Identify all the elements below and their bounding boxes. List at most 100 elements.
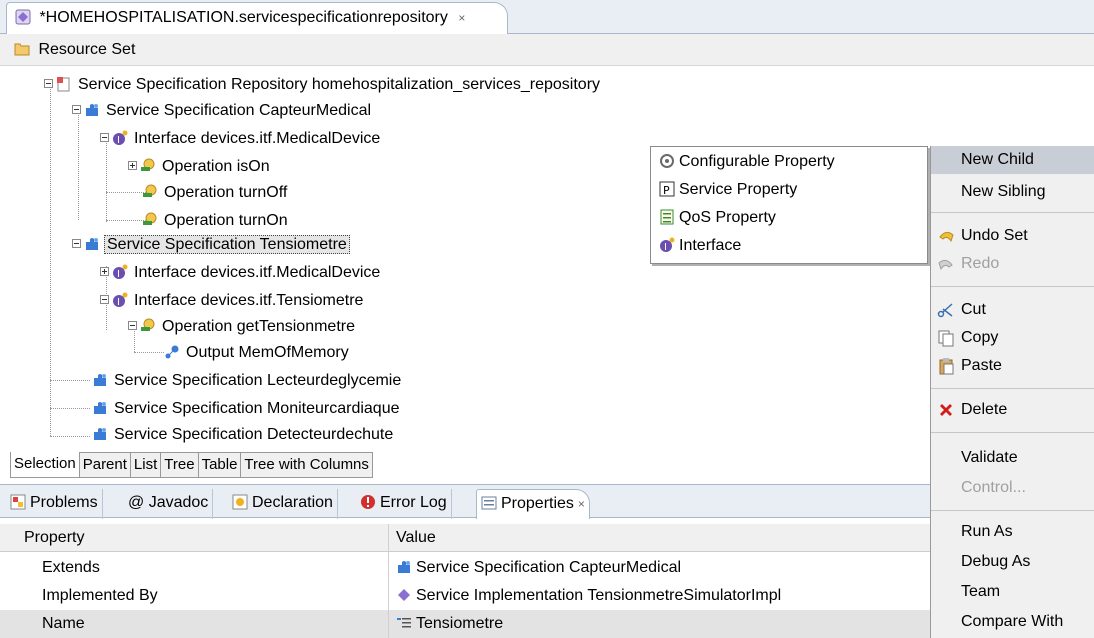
menu-item-service-property[interactable]: P Service Property <box>651 176 927 204</box>
column-header-value[interactable]: Value <box>396 529 436 547</box>
menu-item-redo[interactable]: Redo <box>931 250 1094 278</box>
interface-icon: I <box>659 237 675 253</box>
property-key: Name <box>42 615 85 632</box>
collapse-toggle[interactable] <box>72 239 81 248</box>
tab-list[interactable]: List <box>130 452 162 478</box>
tree-item-operation[interactable]: Operation getTensionmetre <box>128 314 357 340</box>
tree-item-operation[interactable]: Operation turnOff <box>142 180 289 206</box>
tree-item-capteur[interactable]: Service Specification CapteurMedical <box>72 98 373 124</box>
close-icon[interactable]: × <box>578 497 585 511</box>
expand-toggle[interactable] <box>100 267 109 276</box>
editor-tab-bar: *HOMEHOSPITALISATION.servicespecificatio… <box>0 0 1094 34</box>
property-value: Tensiometre <box>396 610 503 638</box>
tab-parent[interactable]: Parent <box>79 452 131 478</box>
tab-label: @ Javadoc <box>128 494 209 511</box>
menu-item-label: Interface <box>679 237 742 254</box>
menu-item-paste[interactable]: Paste <box>931 352 1094 380</box>
tree-item-operation[interactable]: Operation isOn <box>128 154 272 180</box>
tree-item-lecteur[interactable]: Service Specification Lecteurdeglycemie <box>92 368 403 394</box>
tree-item-operation[interactable]: Operation turnOn <box>142 208 290 234</box>
declaration-icon <box>232 494 248 510</box>
configurable-property-icon <box>659 153 675 169</box>
tree-item-interface[interactable]: I Interface devices.itf.MedicalDevice <box>100 126 382 152</box>
editor-tab[interactable]: *HOMEHOSPITALISATION.servicespecificatio… <box>6 2 508 34</box>
tree-line <box>50 380 90 381</box>
tree-item-interface[interactable]: I Interface devices.itf.Tensiometre <box>100 288 365 314</box>
close-icon[interactable]: × <box>458 11 465 25</box>
menu-item-cut[interactable]: Cut <box>931 296 1094 324</box>
copy-icon <box>937 329 955 347</box>
collapse-toggle[interactable] <box>44 79 53 88</box>
column-header-property[interactable]: Property <box>24 529 84 547</box>
menu-item-compare-with[interactable]: Compare With <box>931 608 1094 636</box>
column-separator[interactable] <box>388 524 389 638</box>
tab-selection[interactable]: Selection <box>10 452 80 478</box>
property-value-text: Tensiometre <box>416 615 504 632</box>
tree-item-label: Service Specification Lecteurdeglycemie <box>114 372 402 389</box>
collapse-toggle[interactable] <box>72 105 81 114</box>
tree-item-moniteur[interactable]: Service Specification Moniteurcardiaque <box>92 396 401 422</box>
tab-tree[interactable]: Tree <box>161 452 199 478</box>
menu-item-copy[interactable]: Copy <box>931 324 1094 352</box>
operation-icon <box>142 184 158 200</box>
repository-icon <box>56 76 72 92</box>
tab-problems[interactable]: Problems <box>6 489 103 519</box>
menu-item-new-child[interactable]: New Child <box>931 146 1094 174</box>
tab-declaration[interactable]: Declaration <box>228 489 338 519</box>
tree-item-interface[interactable]: I Interface devices.itf.MedicalDevice <box>100 260 382 286</box>
tab-javadoc[interactable]: @ Javadoc <box>124 489 214 519</box>
table-header: Property Value <box>0 524 930 552</box>
tree-line <box>78 110 79 220</box>
menu-item-validate[interactable]: Validate <box>931 444 1094 472</box>
tab-error-log[interactable]: Error Log <box>356 489 452 519</box>
tab-label: Error Log <box>380 494 447 511</box>
tree-item-label: Operation turnOff <box>164 184 288 201</box>
collapse-toggle[interactable] <box>100 133 109 142</box>
tab-properties[interactable]: Properties × <box>476 489 590 519</box>
undo-icon <box>937 227 955 245</box>
tree-item-label: Service Specification Repository homehos… <box>78 76 601 93</box>
operation-icon <box>140 158 156 174</box>
menu-item-interface[interactable]: I Interface <box>651 232 927 260</box>
interface-icon: I <box>112 264 128 280</box>
tree-item-output[interactable]: Output MemOfMemory <box>164 340 351 366</box>
expand-toggle[interactable] <box>128 161 137 170</box>
menu-item-label: Paste <box>961 357 1002 374</box>
table-row[interactable]: Name Tensiometre <box>0 610 930 638</box>
tree-item-label: Interface devices.itf.Tensiometre <box>134 292 364 309</box>
tab-table[interactable]: Table <box>198 452 242 478</box>
menu-item-undo[interactable]: Undo Set <box>931 222 1094 250</box>
menu-item-qos-property[interactable]: QoS Property <box>651 204 927 232</box>
table-row[interactable]: Implemented By Service Implementation Te… <box>0 582 930 610</box>
scissors-icon <box>937 301 955 319</box>
menu-item-control[interactable]: Control... <box>931 474 1094 502</box>
tree-item-repository[interactable]: Service Specification Repository homehos… <box>44 72 602 98</box>
tree-item-detecteur[interactable]: Service Specification Detecteurdechute <box>92 422 395 448</box>
svg-text:I: I <box>117 135 120 146</box>
editor-page-tabs: Selection Parent List Tree Table Tree wi… <box>10 452 373 478</box>
puzzle-icon <box>92 372 108 388</box>
table-row[interactable]: Extends Service Specification CapteurMed… <box>0 554 930 582</box>
editor-tab-title: *HOMEHOSPITALISATION.servicespecificatio… <box>39 9 448 26</box>
menu-item-debug-as[interactable]: Debug As <box>931 548 1094 576</box>
tree-item-label: Service Specification Tensiometre <box>104 235 350 254</box>
resource-set-label: Resource Set <box>38 41 136 58</box>
error-log-icon <box>360 494 376 510</box>
menu-item-run-as[interactable]: Run As <box>931 518 1094 546</box>
menu-separator <box>931 212 1094 213</box>
problems-icon <box>10 494 26 510</box>
tree-item-tensiometre[interactable]: Service Specification Tensiometre <box>72 232 350 258</box>
views-tab-bar: Problems @ Javadoc Declaration Error Log… <box>0 484 930 519</box>
tab-tree-with-columns[interactable]: Tree with Columns <box>241 452 373 478</box>
menu-item-team[interactable]: Team <box>931 578 1094 606</box>
menu-item-new-sibling[interactable]: New Sibling <box>931 178 1094 206</box>
text-field-icon <box>396 615 412 631</box>
menu-separator <box>931 286 1094 287</box>
menu-item-configurable-property[interactable]: Configurable Property <box>651 148 927 176</box>
folder-icon <box>14 41 30 57</box>
collapse-toggle[interactable] <box>100 295 109 304</box>
collapse-toggle[interactable] <box>128 321 137 330</box>
property-value-text: Service Implementation TensionmetreSimul… <box>416 587 782 604</box>
tree-item-label: Interface devices.itf.MedicalDevice <box>134 130 381 147</box>
menu-item-delete[interactable]: Delete <box>931 396 1094 424</box>
